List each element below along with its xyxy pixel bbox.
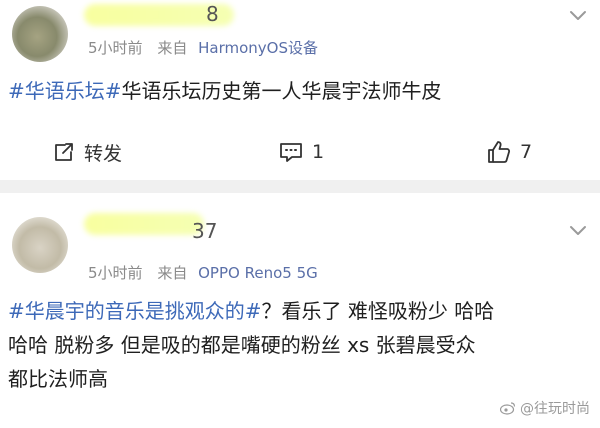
post-text: 华语乐坛历史第一人华晨宇法师牛皮 bbox=[121, 79, 442, 103]
from-label: 来自 bbox=[157, 39, 188, 57]
hashtag-link[interactable]: #华晨宇的音乐是挑观众的# bbox=[8, 299, 262, 323]
watermark-text: @往玩时尚 bbox=[520, 401, 590, 417]
post-time: 5小时前 bbox=[88, 264, 143, 282]
comment-icon bbox=[280, 143, 302, 162]
post-device[interactable]: OPPO Reno5 5G bbox=[198, 264, 318, 282]
post-content: #华语乐坛#华语乐坛历史第一人华晨宇法师牛皮 bbox=[8, 74, 588, 108]
thumbs-up-icon bbox=[488, 141, 511, 163]
post-content: #华晨宇的音乐是挑观众的#？看乐了 难怪吸粉少 哈哈 哈哈 脱粉多 但是吸的都是… bbox=[8, 294, 588, 396]
chevron-down-icon[interactable] bbox=[566, 219, 590, 243]
user-avatar[interactable] bbox=[12, 6, 68, 62]
username-suffix: 8 bbox=[206, 2, 219, 26]
weibo-post-card: 37 5小时前 来自 OPPO Reno5 5G #华晨宇的音乐是挑观众的#？看… bbox=[0, 193, 600, 428]
weibo-post-card: 8 5小时前 来自 HarmonyOS设备 #华语乐坛#华语乐坛历史第一人华晨宇… bbox=[0, 0, 600, 180]
post-meta: 5小时前 来自 HarmonyOS设备 bbox=[88, 37, 318, 58]
from-label: 来自 bbox=[157, 264, 188, 282]
post-text-line: #华晨宇的音乐是挑观众的#？看乐了 难怪吸粉少 哈哈 bbox=[8, 299, 495, 323]
hashtag-link[interactable]: #华语乐坛# bbox=[8, 79, 122, 103]
repost-icon bbox=[55, 143, 73, 161]
post-time: 5小时前 bbox=[88, 39, 143, 57]
post-device[interactable]: HarmonyOS设备 bbox=[198, 39, 318, 57]
chevron-down-icon[interactable] bbox=[566, 4, 590, 28]
username-redacted[interactable] bbox=[84, 213, 204, 235]
repost-button[interactable]: 转发 bbox=[52, 136, 122, 168]
like-count: 7 bbox=[520, 141, 533, 163]
username-suffix: 37 bbox=[192, 219, 218, 243]
weibo-logo-icon bbox=[500, 402, 516, 415]
post-actions: 转发 1 7 bbox=[0, 136, 600, 168]
post-meta: 5小时前 来自 OPPO Reno5 5G bbox=[88, 262, 318, 283]
weibo-watermark: @往玩时尚 bbox=[500, 398, 590, 418]
like-button[interactable]: 7 bbox=[486, 136, 532, 168]
comment-count: 1 bbox=[312, 141, 325, 163]
post-text-line: 哈哈 脱粉多 但是吸的都是嘴硬的粉丝 xs 张碧晨受众 bbox=[8, 333, 476, 357]
user-avatar[interactable] bbox=[12, 217, 68, 273]
comment-button[interactable]: 1 bbox=[278, 136, 324, 168]
repost-label: 转发 bbox=[84, 142, 123, 165]
post-text-line: 都比法师高 bbox=[8, 367, 108, 391]
